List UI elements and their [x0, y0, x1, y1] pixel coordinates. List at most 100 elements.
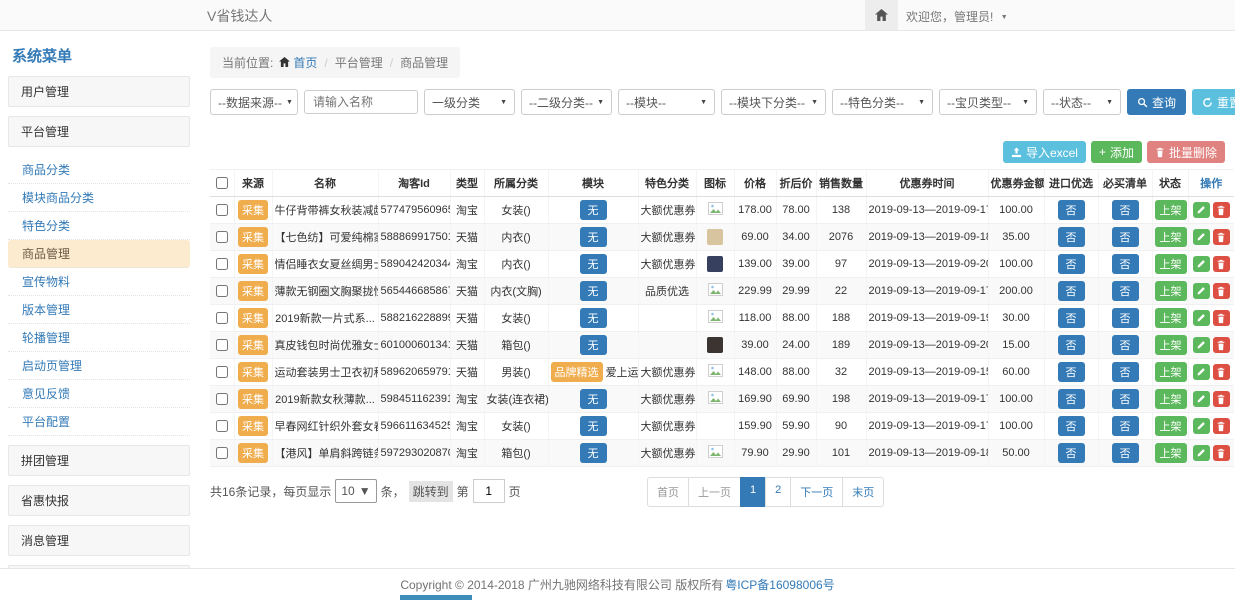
delete-button[interactable] — [1213, 310, 1230, 326]
sidebar-item[interactable]: 意见反馈 — [8, 380, 190, 408]
row-checkbox[interactable] — [216, 204, 228, 216]
row-checkbox[interactable] — [216, 420, 228, 432]
must-buy-toggle[interactable]: 否 — [1112, 254, 1139, 274]
row-checkbox[interactable] — [216, 393, 228, 405]
edit-button[interactable] — [1193, 310, 1210, 326]
imported-toggle[interactable]: 否 — [1058, 200, 1085, 220]
module-none-badge[interactable]: 无 — [580, 443, 607, 463]
filter-select[interactable]: --数据来源--▼ — [210, 89, 298, 115]
module-none-badge[interactable]: 无 — [580, 335, 607, 355]
imported-toggle[interactable]: 否 — [1058, 227, 1085, 247]
page-input[interactable] — [473, 479, 505, 503]
imported-toggle[interactable]: 否 — [1058, 335, 1085, 355]
must-buy-toggle[interactable]: 否 — [1112, 416, 1139, 436]
must-buy-toggle[interactable]: 否 — [1112, 362, 1139, 382]
icp-link[interactable]: 粤ICP备16098006号 — [725, 576, 834, 593]
home-button[interactable] — [865, 0, 898, 30]
delete-button[interactable] — [1213, 337, 1230, 353]
status-button[interactable]: 上架 — [1155, 362, 1187, 382]
must-buy-toggle[interactable]: 否 — [1112, 200, 1139, 220]
module-none-badge[interactable]: 无 — [580, 200, 607, 220]
pager-item-active[interactable]: 1 — [740, 477, 766, 507]
pager-item[interactable]: 下一页 — [790, 477, 843, 507]
row-checkbox[interactable] — [216, 258, 228, 270]
sidebar-item-active[interactable]: 商品管理 — [8, 240, 190, 268]
must-buy-toggle[interactable]: 否 — [1112, 389, 1139, 409]
edit-button[interactable] — [1193, 202, 1210, 218]
filter-select[interactable]: --模块下分类--▼ — [721, 89, 826, 115]
status-button[interactable]: 上架 — [1155, 281, 1187, 301]
filter-select[interactable]: --宝贝类型--▼ — [939, 89, 1037, 115]
sidebar-item[interactable]: 商品分类 — [8, 156, 190, 184]
status-button[interactable]: 上架 — [1155, 200, 1187, 220]
status-button[interactable]: 上架 — [1155, 308, 1187, 328]
import-excel-button[interactable]: 导入excel — [1003, 141, 1086, 163]
filter-select[interactable]: --状态--▼ — [1043, 89, 1121, 115]
filter-select[interactable]: --二级分类--▼ — [521, 89, 612, 115]
filter-select[interactable]: 一级分类▼ — [424, 89, 515, 115]
delete-button[interactable] — [1213, 256, 1230, 272]
module-none-badge[interactable]: 无 — [580, 254, 607, 274]
sidebar-group[interactable]: 消息管理 — [8, 525, 190, 556]
delete-button[interactable] — [1213, 364, 1230, 380]
status-button[interactable]: 上架 — [1155, 443, 1187, 463]
add-button[interactable]: +添加 — [1091, 141, 1142, 163]
sidebar-group[interactable]: 用户管理 — [8, 76, 190, 107]
status-button[interactable]: 上架 — [1155, 416, 1187, 436]
imported-toggle[interactable]: 否 — [1058, 281, 1085, 301]
edit-button[interactable] — [1193, 364, 1210, 380]
edit-button[interactable] — [1193, 445, 1210, 461]
imported-toggle[interactable]: 否 — [1058, 308, 1085, 328]
sidebar-item[interactable]: 轮播管理 — [8, 324, 190, 352]
imported-toggle[interactable]: 否 — [1058, 389, 1085, 409]
edit-button[interactable] — [1193, 229, 1210, 245]
imported-toggle[interactable]: 否 — [1058, 254, 1085, 274]
sidebar-item[interactable]: 平台配置 — [8, 408, 190, 436]
edit-button[interactable] — [1193, 391, 1210, 407]
breadcrumb-home-link[interactable]: 首页 — [293, 56, 317, 70]
sidebar-group[interactable]: 平台管理 — [8, 116, 190, 147]
imported-toggle[interactable]: 否 — [1058, 443, 1085, 463]
module-none-badge[interactable]: 无 — [580, 227, 607, 247]
delete-button[interactable] — [1213, 418, 1230, 434]
must-buy-toggle[interactable]: 否 — [1112, 281, 1139, 301]
sidebar-group[interactable]: 省惠快报 — [8, 485, 190, 516]
module-none-badge[interactable]: 无 — [580, 416, 607, 436]
row-checkbox[interactable] — [216, 285, 228, 297]
delete-button[interactable] — [1213, 283, 1230, 299]
edit-button[interactable] — [1193, 337, 1210, 353]
status-button[interactable]: 上架 — [1155, 335, 1187, 355]
per-page-select[interactable]: 10▼ — [335, 479, 376, 503]
select-all-checkbox[interactable] — [216, 177, 228, 189]
sidebar-item[interactable]: 启动页管理 — [8, 352, 190, 380]
batch-delete-button[interactable]: 批量删除 — [1147, 141, 1225, 163]
sidebar-item[interactable]: 特色分类 — [8, 212, 190, 240]
row-checkbox[interactable] — [216, 312, 228, 324]
delete-button[interactable] — [1213, 202, 1230, 218]
status-button[interactable]: 上架 — [1155, 254, 1187, 274]
edit-button[interactable] — [1193, 418, 1210, 434]
edit-button[interactable] — [1193, 256, 1210, 272]
module-none-badge[interactable]: 无 — [580, 308, 607, 328]
row-checkbox[interactable] — [216, 339, 228, 351]
sidebar-group[interactable]: 订单管理 — [8, 565, 190, 568]
sidebar-item[interactable]: 宣传物料 — [8, 268, 190, 296]
must-buy-toggle[interactable]: 否 — [1112, 335, 1139, 355]
must-buy-toggle[interactable]: 否 — [1112, 443, 1139, 463]
status-button[interactable]: 上架 — [1155, 389, 1187, 409]
name-input[interactable] — [304, 90, 418, 114]
filter-select[interactable]: --特色分类--▼ — [832, 89, 933, 115]
reset-button[interactable]: 重置 — [1192, 89, 1235, 115]
pager-item[interactable]: 末页 — [842, 477, 884, 507]
filter-select[interactable]: --模块--▼ — [618, 89, 715, 115]
jump-button[interactable]: 跳转到 — [409, 481, 453, 502]
row-checkbox[interactable] — [216, 447, 228, 459]
row-checkbox[interactable] — [216, 231, 228, 243]
must-buy-toggle[interactable]: 否 — [1112, 227, 1139, 247]
delete-button[interactable] — [1213, 229, 1230, 245]
delete-button[interactable] — [1213, 445, 1230, 461]
user-menu[interactable]: 欢迎您，管理员! ▼ — [906, 8, 1008, 25]
imported-toggle[interactable]: 否 — [1058, 416, 1085, 436]
row-checkbox[interactable] — [216, 366, 228, 378]
sidebar-item[interactable]: 版本管理 — [8, 296, 190, 324]
